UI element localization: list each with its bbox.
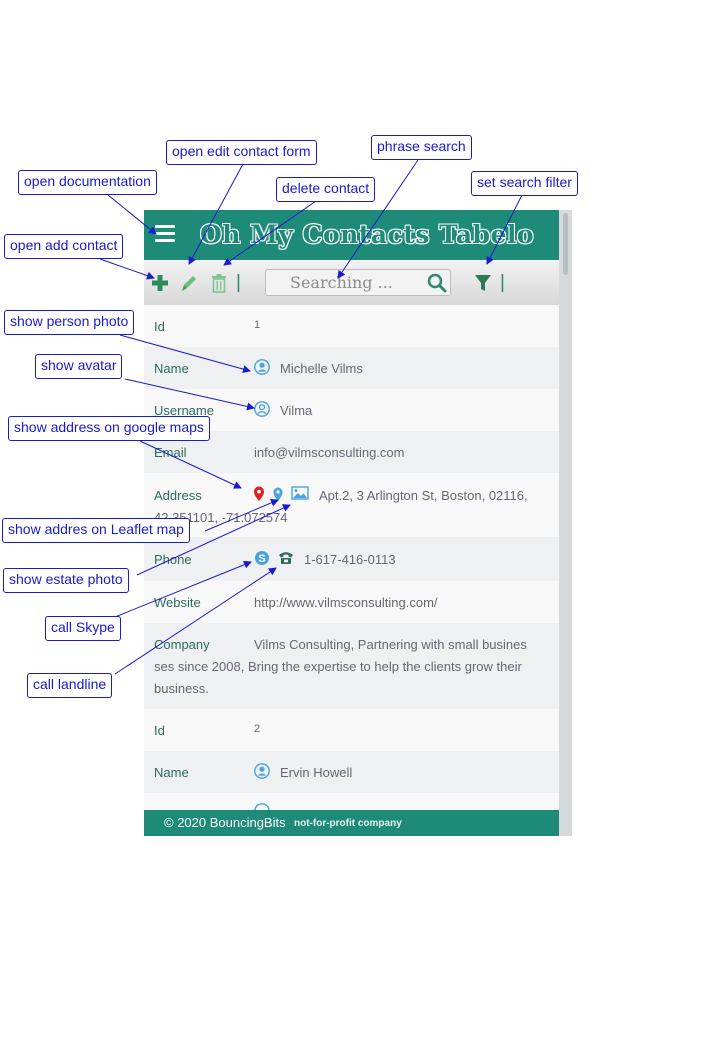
annotation-call-skype: call Skype	[45, 616, 121, 641]
annotation-delete-contact: delete contact	[276, 177, 376, 202]
annotation-call-landline: call landline	[27, 673, 113, 698]
annotation-set-search-filter: set search filter	[471, 171, 578, 196]
annotation-open-edit-contact-form: open edit contact form	[166, 140, 317, 165]
annotation-open-documentation: open documentation	[18, 170, 157, 195]
annotation-phrase-search: phrase search	[371, 135, 472, 160]
annotation-show-address-google-maps: show address on google maps	[8, 416, 210, 441]
annotation-show-avatar: show avatar	[35, 354, 123, 379]
annotation-open-add-contact: open add contact	[4, 234, 124, 259]
annotation-show-person-photo: show person photo	[4, 310, 135, 335]
annotation-show-address-leaflet-map: show addres on Leaflet map	[2, 518, 190, 543]
annotation-show-estate-photo: show estate photo	[3, 568, 129, 593]
